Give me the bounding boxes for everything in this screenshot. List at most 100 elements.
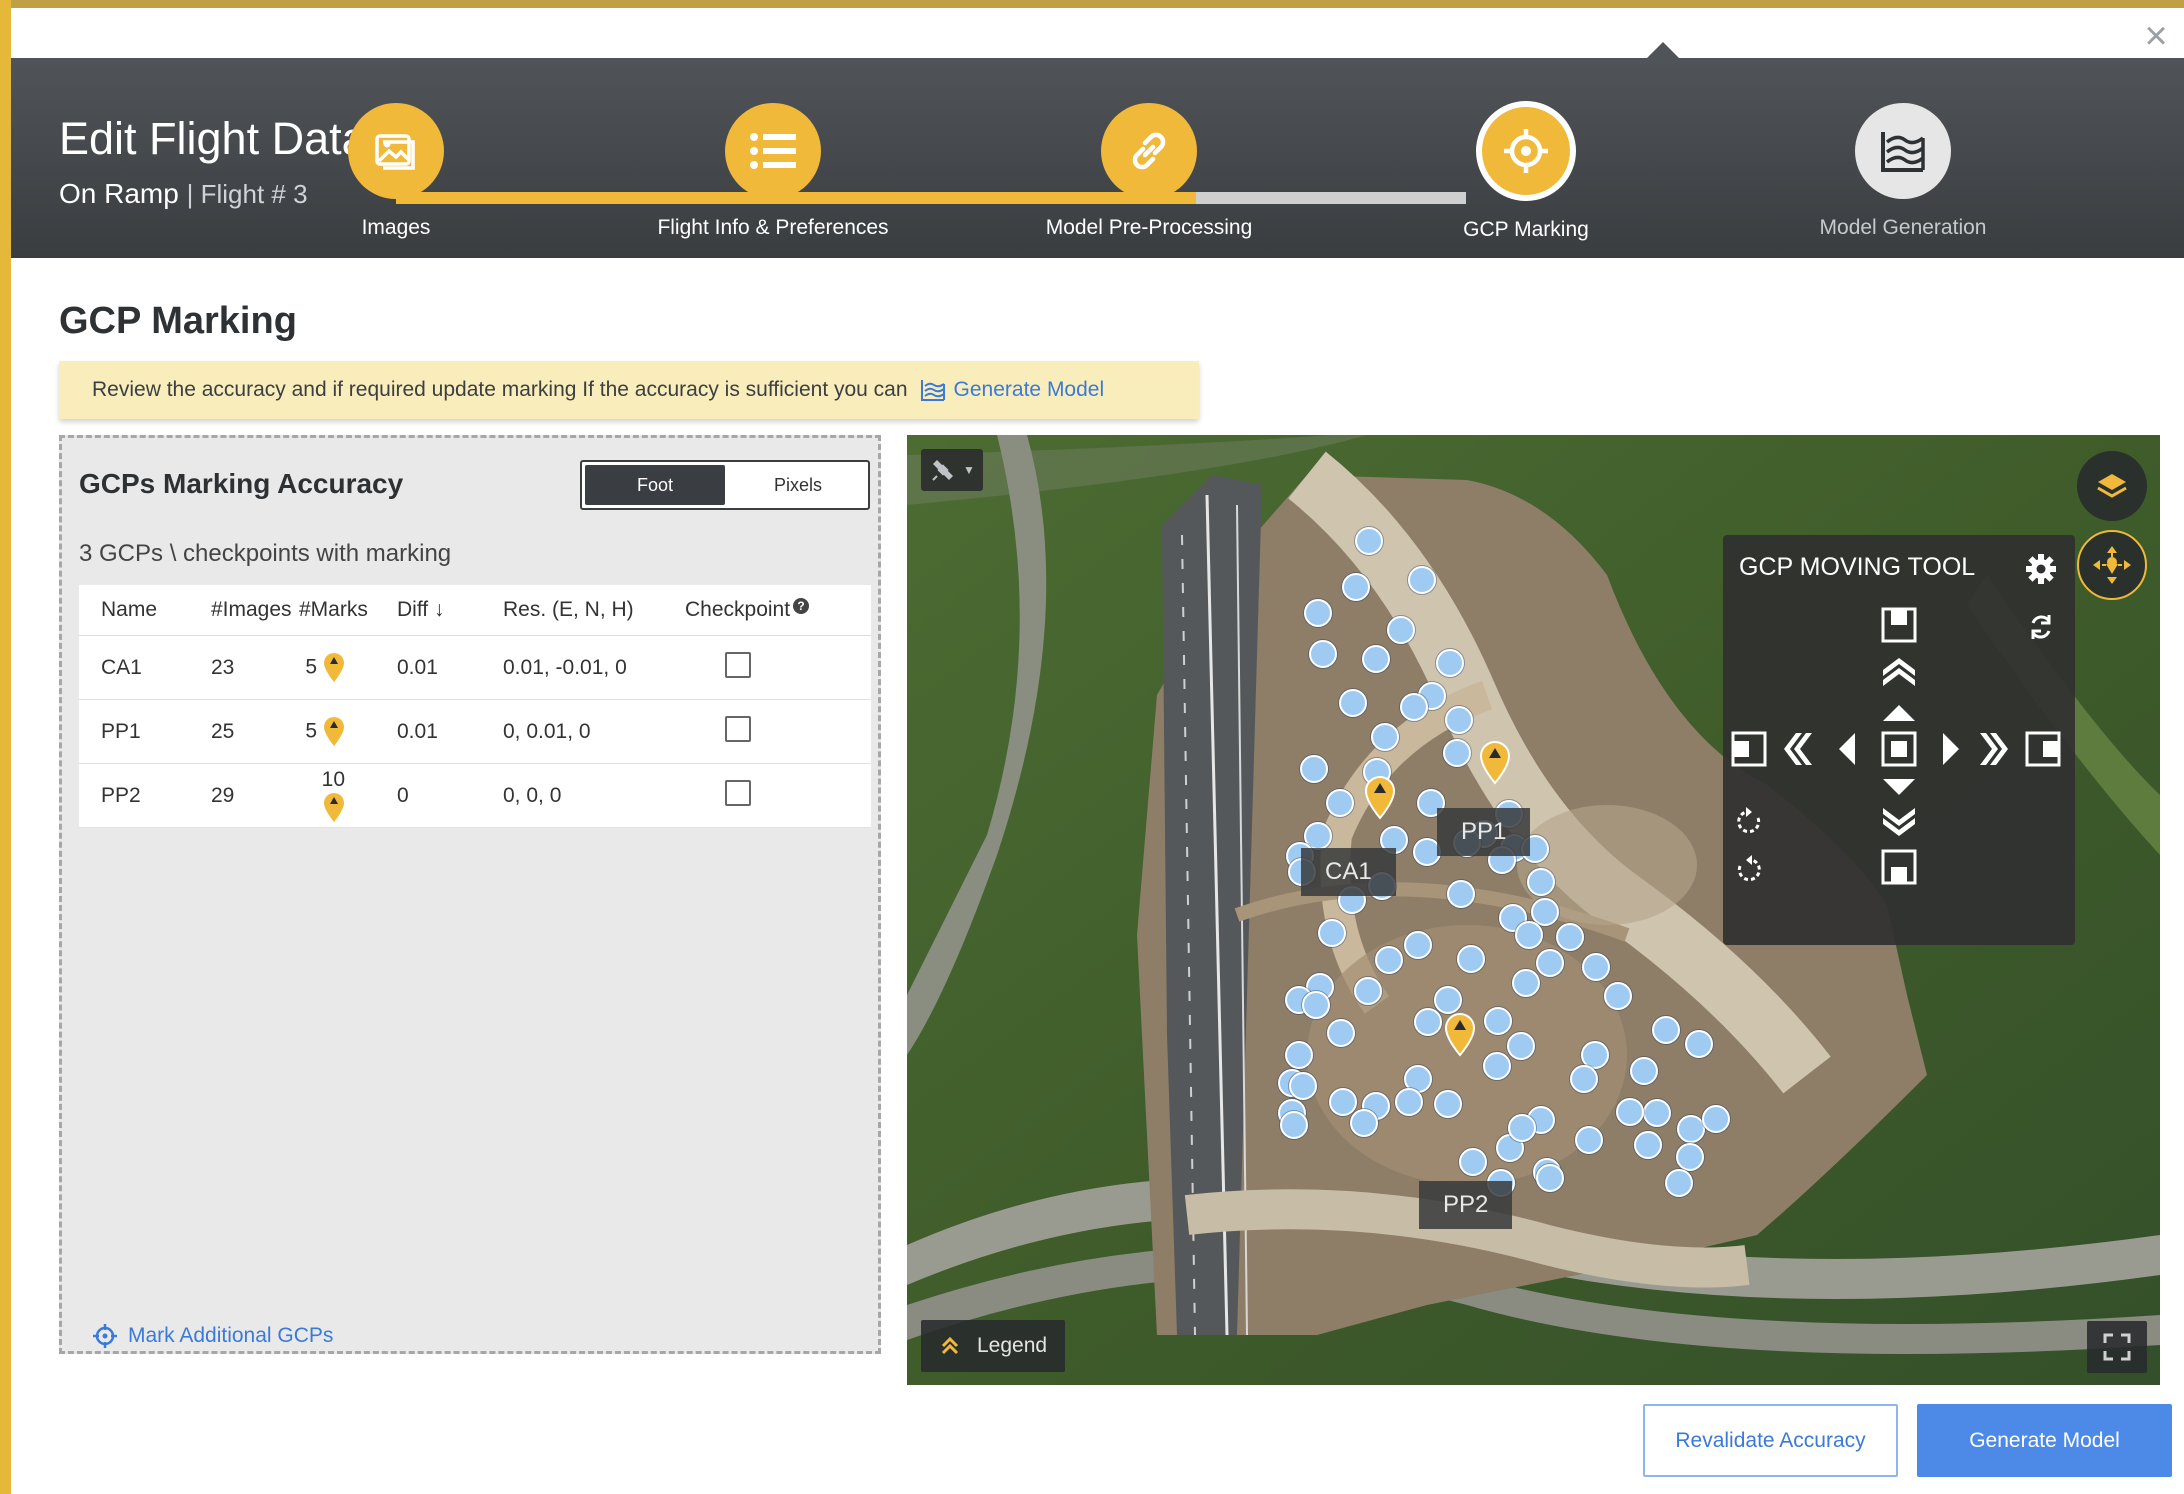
tie-point-marker[interactable] bbox=[1279, 1111, 1308, 1140]
sync-icon[interactable] bbox=[2021, 607, 2061, 647]
step-gcp-marking[interactable]: GCP Marking bbox=[1366, 101, 1686, 242]
move-top-edge-icon[interactable] bbox=[1879, 605, 1919, 645]
tie-point-marker[interactable] bbox=[1685, 1029, 1713, 1058]
banner-generate-model-link[interactable]: Generate Model bbox=[920, 378, 1104, 402]
tie-point-marker[interactable] bbox=[1407, 566, 1436, 595]
tie-point-marker[interactable] bbox=[1299, 754, 1328, 783]
layers-button[interactable] bbox=[2077, 451, 2147, 521]
tie-point-marker[interactable] bbox=[1555, 922, 1584, 951]
chevron-double-right-icon[interactable] bbox=[1975, 729, 2015, 769]
table-row[interactable]: PP2 29 10 0 0, 0, 0 bbox=[79, 763, 871, 828]
move-bottom-edge-icon[interactable] bbox=[1879, 847, 1919, 887]
chevron-double-down-icon[interactable] bbox=[1879, 803, 1919, 843]
tie-point-marker[interactable] bbox=[1508, 1114, 1537, 1142]
chevron-double-up-icon[interactable] bbox=[1879, 651, 1919, 691]
gcp-move-tool-button[interactable] bbox=[2077, 530, 2147, 600]
tie-point-marker[interactable] bbox=[1308, 640, 1337, 669]
tie-point-marker[interactable] bbox=[1444, 706, 1473, 735]
legend-button[interactable]: Legend bbox=[921, 1320, 1065, 1372]
arrow-down-icon[interactable] bbox=[1879, 767, 1919, 807]
chevron-down-icon: ▼ bbox=[963, 463, 975, 477]
col-name[interactable]: Name bbox=[79, 585, 201, 636]
tie-point-marker[interactable] bbox=[1355, 526, 1383, 555]
tie-point-marker[interactable] bbox=[1318, 918, 1347, 947]
tie-point-marker[interactable] bbox=[1394, 1087, 1423, 1116]
col-images[interactable]: #Images bbox=[201, 585, 293, 636]
move-right-edge-icon[interactable] bbox=[2023, 729, 2063, 769]
gcp-marks: 5 bbox=[305, 719, 317, 743]
revalidate-accuracy-button[interactable]: Revalidate Accuracy bbox=[1643, 1404, 1898, 1477]
tie-point-marker[interactable] bbox=[1526, 868, 1555, 897]
help-icon[interactable]: ? bbox=[793, 598, 810, 614]
tie-point-marker[interactable] bbox=[1374, 946, 1403, 975]
col-diff[interactable]: Diff ↓ bbox=[379, 585, 481, 636]
tie-point-marker[interactable] bbox=[1289, 1071, 1317, 1100]
tie-point-marker[interactable] bbox=[1349, 1108, 1378, 1137]
gcp-marks-cell[interactable]: 5 bbox=[293, 635, 379, 700]
col-res[interactable]: Res. (E, N, H) bbox=[481, 585, 663, 636]
checkpoint-cell bbox=[663, 763, 871, 828]
col-diff-label: Diff bbox=[397, 598, 429, 621]
step-images[interactable]: Images bbox=[236, 103, 556, 240]
tie-point-marker[interactable] bbox=[1483, 1051, 1512, 1080]
step-model-generation[interactable]: Model Generation bbox=[1743, 103, 2063, 240]
checkpoint-checkbox[interactable] bbox=[725, 715, 751, 742]
tie-point-marker[interactable] bbox=[1386, 616, 1415, 645]
gcp-marks-cell[interactable]: 10 bbox=[293, 763, 379, 828]
satellite-layer-dropdown[interactable]: ▼ bbox=[921, 449, 983, 491]
gear-icon[interactable] bbox=[2021, 549, 2061, 589]
tie-point-marker[interactable] bbox=[1629, 1057, 1658, 1086]
col-marks[interactable]: #Marks bbox=[293, 585, 379, 636]
tie-point-marker[interactable] bbox=[1361, 645, 1390, 674]
link-icon bbox=[1101, 103, 1197, 199]
tie-point-marker[interactable] bbox=[1341, 572, 1370, 601]
arrow-right-icon[interactable] bbox=[1931, 729, 1971, 769]
move-left-edge-icon[interactable] bbox=[1729, 729, 1769, 769]
tie-point-marker[interactable] bbox=[1303, 599, 1332, 628]
step-pre-processing[interactable]: Model Pre-Processing bbox=[989, 103, 1309, 240]
arrow-left-icon[interactable] bbox=[1827, 729, 1867, 769]
gcp-pin-pp1[interactable] bbox=[1479, 741, 1511, 785]
checkpoint-checkbox[interactable] bbox=[725, 779, 751, 806]
tie-point-marker[interactable] bbox=[1370, 723, 1399, 752]
tie-point-marker[interactable] bbox=[1702, 1104, 1731, 1133]
step-flight-info[interactable]: Flight Info & Preferences bbox=[613, 103, 933, 240]
table-row[interactable]: PP1 25 5 0.01 0, 0.01, 0 bbox=[79, 699, 871, 764]
gcp-pin-ca1[interactable] bbox=[1364, 776, 1396, 820]
tie-point-marker[interactable] bbox=[1434, 985, 1463, 1014]
tie-point-marker[interactable] bbox=[1535, 1164, 1564, 1193]
step-label: GCP Marking bbox=[1463, 218, 1589, 241]
tie-point-marker[interactable] bbox=[1535, 949, 1564, 977]
tie-point-marker[interactable] bbox=[1353, 976, 1382, 1005]
close-icon[interactable]: × bbox=[2136, 14, 2176, 58]
tie-point-marker[interactable] bbox=[1514, 921, 1543, 950]
toggle-pixels[interactable]: Pixels bbox=[728, 462, 868, 508]
active-step-notch bbox=[1645, 42, 1681, 60]
rotate-left-icon[interactable] bbox=[1729, 801, 1769, 841]
gcp-marks-cell[interactable]: 5 bbox=[293, 699, 379, 764]
tie-point-marker[interactable] bbox=[1435, 649, 1464, 678]
col-checkpoint[interactable]: Checkpoint? bbox=[663, 585, 871, 636]
tie-point-marker[interactable] bbox=[1403, 930, 1432, 959]
gcp-pin-pp2[interactable] bbox=[1444, 1013, 1476, 1057]
tie-point-marker[interactable] bbox=[1328, 1087, 1357, 1116]
tie-point-marker[interactable] bbox=[1399, 692, 1428, 721]
rotate-right-icon[interactable] bbox=[1729, 849, 1769, 889]
tie-point-marker[interactable] bbox=[1512, 968, 1541, 997]
tie-point-marker[interactable] bbox=[1456, 945, 1485, 974]
chevron-double-left-icon[interactable] bbox=[1777, 729, 1817, 769]
tie-point-marker[interactable] bbox=[1582, 952, 1611, 981]
tie-point-marker[interactable] bbox=[1633, 1131, 1662, 1160]
tie-point-marker[interactable] bbox=[1339, 688, 1368, 717]
fullscreen-button[interactable] bbox=[2087, 1321, 2147, 1373]
checkpoint-checkbox[interactable] bbox=[725, 651, 751, 678]
center-icon[interactable] bbox=[1879, 729, 1919, 769]
toggle-foot[interactable]: Foot bbox=[585, 465, 725, 505]
mark-additional-gcps-link[interactable]: Mark Additional GCPs bbox=[92, 1323, 333, 1349]
tie-point-marker[interactable] bbox=[1506, 1032, 1535, 1061]
table-row[interactable]: CA1 23 5 0.01 0.01, -0.01, 0 bbox=[79, 635, 871, 700]
gcp-count: 3 GCPs \ checkpoints with marking bbox=[79, 540, 452, 567]
generate-model-button[interactable]: Generate Model bbox=[1917, 1404, 2172, 1477]
tie-point-marker[interactable] bbox=[1675, 1143, 1704, 1172]
arrow-up-icon[interactable] bbox=[1879, 693, 1919, 733]
